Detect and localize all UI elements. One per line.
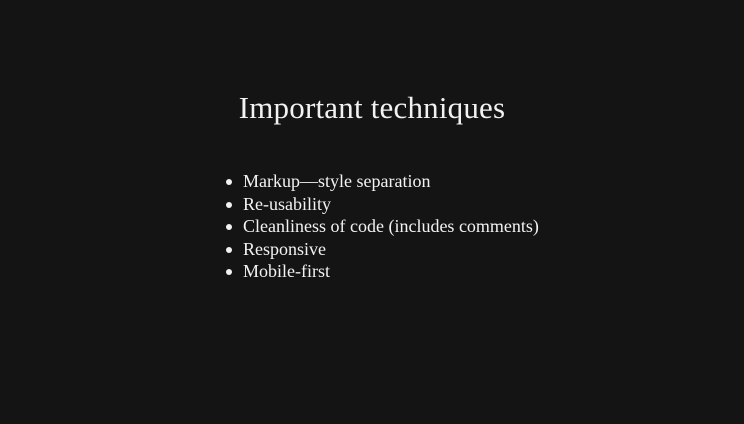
list-item: Responsive <box>226 238 539 261</box>
slide-title: Important techniques <box>238 90 506 125</box>
list-item: Cleanliness of code (includes comments) <box>226 215 539 238</box>
list-item-text: Re-usability <box>243 193 331 214</box>
list-item: Mobile-first <box>226 260 539 283</box>
list-item-text: Markup—style separation <box>243 171 431 191</box>
list-item: Re-usability <box>226 193 539 216</box>
list-item-text: Mobile-first <box>243 261 330 281</box>
slide: Important techniques Markup—style separa… <box>0 0 744 424</box>
bullet-dot-icon <box>226 269 232 275</box>
bullet-dot-icon <box>226 246 232 253</box>
list-item-text: Responsive <box>243 238 326 259</box>
bullet-list: Markup—style separation Re-usability Cle… <box>226 170 539 283</box>
bullet-dot-icon <box>226 179 232 185</box>
list-item: Markup—style separation <box>226 170 539 193</box>
list-item-text: Cleanliness of code (includes comments) <box>243 216 539 236</box>
bullet-dot-icon <box>226 201 232 208</box>
bullet-dot-icon <box>226 224 232 230</box>
